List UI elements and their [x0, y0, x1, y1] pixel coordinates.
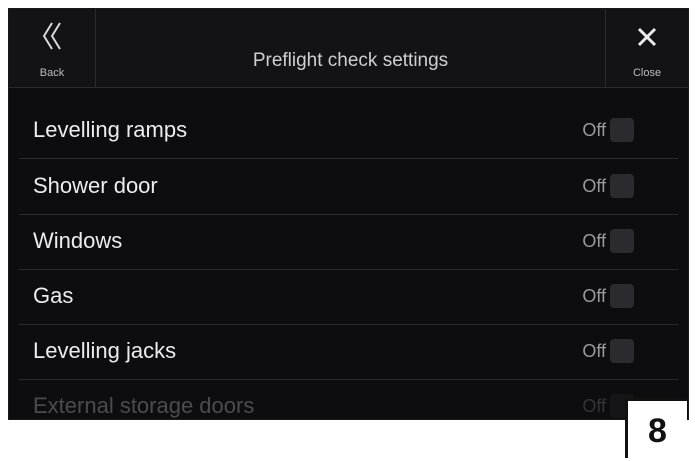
setting-label: Levelling ramps — [33, 117, 188, 142]
toggle-checkbox[interactable] — [610, 174, 634, 198]
setting-row-levelling-ramps[interactable]: Levelling ramps Off — [19, 102, 678, 159]
page-number: 8 — [625, 398, 687, 458]
toggle-checkbox[interactable] — [610, 284, 634, 308]
setting-status: Off — [582, 120, 606, 140]
setting-status: Off — [582, 341, 606, 361]
toggle-checkbox[interactable] — [610, 229, 634, 253]
header-bar: Back Preflight check settings Close — [9, 9, 688, 88]
back-label: Back — [39, 67, 65, 79]
toggle-checkbox[interactable] — [610, 339, 634, 363]
page-title: Preflight check settings — [252, 50, 449, 71]
setting-row-levelling-jacks[interactable]: Levelling jacks Off — [19, 323, 678, 380]
double-chevron-left-icon — [9, 21, 95, 56]
setting-row-shower-door[interactable]: Shower door Off — [19, 158, 678, 215]
setting-status: Off — [582, 396, 606, 416]
screen-frame: Back Preflight check settings Close Leve… — [8, 8, 689, 420]
setting-label: Windows — [33, 228, 123, 253]
close-icon — [606, 27, 688, 52]
setting-label: Shower door — [33, 173, 158, 198]
setting-status: Off — [582, 231, 606, 251]
setting-status: Off — [582, 286, 606, 306]
setting-label: Levelling jacks — [33, 338, 177, 363]
close-button[interactable]: Close — [605, 9, 688, 87]
setting-label: Gas — [33, 283, 74, 308]
back-button[interactable]: Back — [9, 9, 96, 87]
toggle-checkbox[interactable] — [610, 118, 634, 142]
setting-row-windows[interactable]: Windows Off — [19, 213, 678, 270]
setting-label: External storage doors — [33, 393, 255, 418]
setting-row-external-storage-doors[interactable]: External storage doors Off — [19, 378, 678, 419]
close-label: Close — [632, 67, 662, 79]
setting-status: Off — [582, 176, 606, 196]
setting-row-gas[interactable]: Gas Off — [19, 268, 678, 325]
